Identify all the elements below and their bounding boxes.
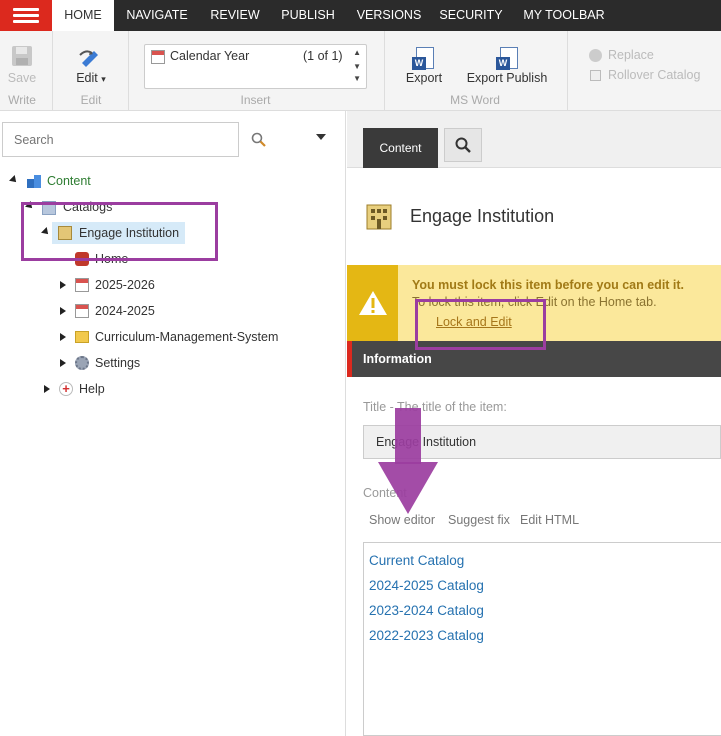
tab-review[interactable]: REVIEW — [200, 0, 270, 31]
tab-security[interactable]: SECURITY — [434, 0, 508, 31]
search-input[interactable] — [2, 122, 239, 157]
gear-icon — [75, 356, 89, 370]
tab-content[interactable]: Content — [363, 128, 438, 168]
ribbon-divider — [128, 31, 129, 111]
floppy-disk-icon — [12, 46, 32, 66]
replace-icon — [589, 49, 602, 62]
help-icon: + — [59, 382, 73, 396]
expand-help-icon[interactable] — [44, 385, 50, 393]
item-title: Engage Institution — [410, 206, 555, 226]
chevron-down-icon: ▾ — [101, 74, 106, 84]
msword-group-label: MS Word — [450, 93, 500, 107]
edit-group-label: Edit — [80, 93, 102, 107]
calendar-icon — [75, 304, 89, 318]
search-tab-button[interactable] — [444, 128, 482, 162]
tab-navigate[interactable]: NAVIGATE — [116, 0, 198, 31]
building-icon — [366, 204, 392, 230]
calendar-icon — [75, 278, 89, 292]
calendar-icon — [151, 50, 165, 64]
replace-label: Replace — [608, 48, 654, 62]
insert-group-label: Insert — [240, 93, 271, 107]
suggest-fix-link[interactable]: Suggest fix — [448, 513, 510, 527]
ribbon-divider — [384, 31, 385, 111]
expand-2025-icon[interactable] — [60, 281, 66, 289]
insert-template-list[interactable]: Calendar Year (1 of 1) ▲ ▼ ▼ — [144, 44, 367, 89]
search-options-dropdown-icon[interactable] — [316, 134, 326, 140]
tree-item-settings[interactable]: Settings — [95, 353, 140, 373]
ribbon-divider — [567, 31, 568, 111]
tab-my-toolbar[interactable]: MY TOOLBAR — [512, 0, 616, 31]
word-document-icon: W — [496, 47, 518, 70]
edit-html-link[interactable]: Edit HTML — [520, 513, 579, 527]
save-label: Save — [7, 71, 37, 85]
tab-versions[interactable]: VERSIONS — [346, 0, 432, 31]
catalog-link[interactable]: 2022-2023 Catalog — [369, 628, 484, 643]
write-group-label: Write — [8, 93, 36, 107]
top-navigation-bar: HOME NAVIGATE REVIEW PUBLISH VERSIONS SE… — [0, 0, 721, 31]
export-label: Export — [405, 71, 443, 85]
catalog-link[interactable]: 2024-2025 Catalog — [369, 578, 484, 593]
ribbon-divider — [52, 31, 53, 111]
ribbon-toolbar: Save Write Edit ▾ Edit Calendar Year (1 … — [0, 31, 721, 111]
expand-settings-icon[interactable] — [60, 359, 66, 367]
export-publish-button[interactable]: W Export Publish — [464, 45, 550, 89]
annotation-highlight-lock-button — [415, 299, 546, 350]
tree-item-help[interactable]: Help — [79, 379, 105, 399]
warning-title: You must lock this item before you can e… — [412, 278, 685, 292]
list-expand-icon[interactable]: ▼ — [353, 74, 361, 83]
list-scroll-down-icon[interactable]: ▼ — [353, 62, 361, 71]
rich-text-editor[interactable]: Current Catalog 2024-2025 Catalog 2023-2… — [363, 542, 721, 736]
collapse-content-icon[interactable] — [9, 175, 19, 185]
calendar-year-item[interactable]: Calendar Year — [170, 49, 249, 63]
expand-2024-icon[interactable] — [60, 307, 66, 315]
tree-item-2024-2025[interactable]: 2024-2025 — [95, 301, 155, 321]
expand-cms-icon[interactable] — [60, 333, 66, 341]
word-document-icon: W — [412, 47, 434, 70]
editor-tab-strip: Content — [347, 111, 721, 168]
annotation-highlight-tree-item — [21, 202, 218, 261]
export-publish-label: Export Publish — [466, 71, 548, 85]
edit-button-label: Edit — [76, 71, 98, 85]
list-scroll-up-icon[interactable]: ▲ — [353, 48, 361, 57]
hamburger-menu-icon[interactable] — [0, 0, 52, 31]
content-database-icon — [27, 175, 41, 188]
folder-icon — [75, 331, 89, 343]
tree-item-2025-2026[interactable]: 2025-2026 — [95, 275, 155, 295]
catalog-link[interactable]: Current Catalog — [369, 553, 464, 568]
calendar-count: (1 of 1) — [303, 49, 343, 63]
rollover-icon — [590, 70, 601, 81]
edit-button[interactable]: Edit ▾ — [66, 43, 116, 89]
catalog-link[interactable]: 2023-2024 Catalog — [369, 603, 484, 618]
rollover-label: Rollover Catalog — [608, 68, 701, 82]
search-icon — [455, 137, 471, 153]
edit-pencil-icon — [79, 50, 98, 67]
tab-home[interactable]: HOME — [52, 0, 114, 31]
warning-icon — [359, 291, 387, 315]
tab-publish[interactable]: PUBLISH — [272, 0, 344, 31]
search-icon[interactable] — [251, 132, 267, 148]
annotation-arrow-down-icon — [378, 408, 438, 514]
tree-item-content[interactable]: Content — [47, 171, 91, 191]
tree-item-curriculum-management-system[interactable]: Curriculum-Management-System — [95, 327, 278, 347]
save-button[interactable]: Save — [4, 43, 40, 89]
export-button[interactable]: W Export — [400, 45, 448, 89]
